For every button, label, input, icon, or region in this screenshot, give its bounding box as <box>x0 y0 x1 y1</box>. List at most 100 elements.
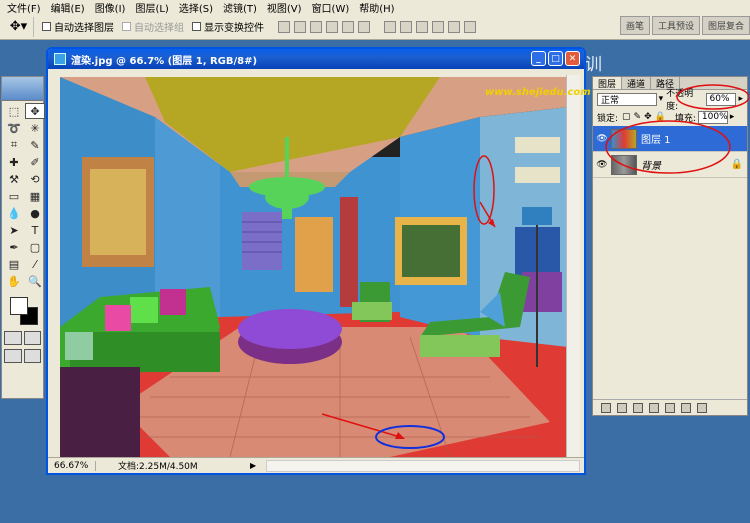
move-tool-icon[interactable]: ✥ <box>25 103 45 119</box>
marquee-tool-icon[interactable]: ⬚ <box>4 103 24 119</box>
blend-mode-select[interactable]: 正常 <box>597 92 657 106</box>
blend-mode-value: 正常 <box>601 95 620 106</box>
hand-tool-icon[interactable]: ✋ <box>4 273 24 289</box>
opacity-slider-arrow-icon[interactable]: ▸ <box>738 94 743 104</box>
show-transform-checkbox[interactable]: 显示变换控件 <box>192 19 264 34</box>
quick-mask-mode-icon[interactable] <box>23 331 41 345</box>
align-left-icon[interactable] <box>326 20 338 33</box>
add-mask-icon[interactable] <box>633 402 643 413</box>
notes-tool-icon[interactable]: ▤ <box>4 256 24 272</box>
slice-tool-icon[interactable]: ✎ <box>25 137 45 153</box>
eyedropper-tool-icon[interactable]: ⁄ <box>25 256 45 272</box>
opacity-value: 60% <box>709 94 730 104</box>
adjustment-layer-icon[interactable] <box>649 402 659 413</box>
opacity-input[interactable]: 60% <box>705 92 737 106</box>
auto-select-group-checkbox[interactable]: 自动选择组 <box>122 19 184 34</box>
clone-stamp-tool-icon[interactable]: ⚒ <box>4 171 24 187</box>
fill-slider-arrow-icon[interactable]: ▸ <box>730 112 735 122</box>
screen-mode-full-icon[interactable] <box>23 349 41 363</box>
feather-logo-icon <box>2 77 43 101</box>
align-bottom-icon[interactable] <box>310 20 322 33</box>
lock-icons[interactable]: ▢✎✥🔒 <box>622 112 669 122</box>
link-layers-icon[interactable] <box>601 402 611 413</box>
tab-brushes[interactable]: 画笔 <box>619 16 650 35</box>
foreground-color-swatch[interactable] <box>10 297 28 315</box>
fill-value: 100% <box>701 112 728 122</box>
mask-modes <box>2 329 43 347</box>
menu-layer[interactable]: 图层(L) <box>130 0 173 15</box>
layer-thumbnail <box>611 154 637 175</box>
image-canvas[interactable] <box>60 77 568 457</box>
move-tool-preset-icon[interactable]: ✥▾ <box>4 16 34 37</box>
distribute-left-icon[interactable] <box>432 20 444 33</box>
status-menu-arrow-icon[interactable]: ▶ <box>250 461 256 470</box>
screen-mode-standard-icon[interactable] <box>4 349 22 363</box>
document-icon <box>54 53 66 65</box>
blur-tool-icon[interactable]: 💧 <box>4 205 24 221</box>
eraser-tool-icon[interactable]: ▭ <box>4 188 24 204</box>
auto-select-layer-label: 自动选择图层 <box>54 23 114 34</box>
zoom-tool-icon[interactable]: 🔍 <box>25 273 45 289</box>
new-group-icon[interactable] <box>665 402 675 413</box>
distribute-buttons <box>384 20 476 33</box>
distribute-hcenter-icon[interactable] <box>448 20 460 33</box>
gradient-tool-icon[interactable]: ▦ <box>25 188 45 204</box>
align-top-icon[interactable] <box>278 20 290 33</box>
delete-layer-icon[interactable] <box>697 402 707 413</box>
menu-image[interactable]: 图像(I) <box>90 0 131 15</box>
standard-mode-icon[interactable] <box>4 331 22 345</box>
type-tool-icon[interactable]: T <box>25 222 45 238</box>
blend-mode-dropdown-icon[interactable]: ▾ <box>659 94 664 104</box>
visibility-eye-icon[interactable]: 👁 <box>593 134 611 144</box>
document-vertical-scrollbar[interactable] <box>566 75 580 459</box>
blend-opacity-row: 正常 ▾ 不透明度: 60% ▸ <box>593 89 747 112</box>
distribute-right-icon[interactable] <box>464 20 476 33</box>
visibility-eye-icon[interactable]: 👁 <box>593 160 611 170</box>
layer-style-icon[interactable] <box>617 402 627 413</box>
maximize-button[interactable]: □ <box>548 51 563 66</box>
lock-icon: 🔒 <box>730 159 743 170</box>
magic-wand-tool-icon[interactable]: ✳ <box>25 120 45 136</box>
document-statusbar: 66.67% 文档:2.25M/4.50M ▶ <box>48 457 584 473</box>
layer-row-background[interactable]: 👁 背景 🔒 <box>593 152 747 178</box>
tab-tool-presets[interactable]: 工具预设 <box>651 16 700 35</box>
document-titlebar[interactable]: 渲染.jpg @ 66.7% (图层 1, RGB/8#) _ □ ✕ <box>48 49 584 69</box>
crop-tool-icon[interactable]: ⌗ <box>4 137 24 153</box>
tab-layers[interactable]: 图层 <box>593 77 623 90</box>
tab-layer-comps[interactable]: 图层复合 <box>701 16 750 35</box>
close-button[interactable]: ✕ <box>565 51 580 66</box>
fill-input[interactable]: 100% <box>697 110 728 124</box>
auto-select-layer-checkbox[interactable]: 自动选择图层 <box>42 19 114 34</box>
new-layer-icon[interactable] <box>681 402 691 413</box>
distribute-vcenter-icon[interactable] <box>400 20 412 33</box>
align-vcenter-icon[interactable] <box>294 20 306 33</box>
menu-help[interactable]: 帮助(H) <box>354 0 399 15</box>
lasso-tool-icon[interactable]: ➰ <box>4 120 24 136</box>
dodge-tool-icon[interactable]: ● <box>25 205 45 221</box>
menu-view[interactable]: 视图(V) <box>262 0 307 15</box>
menu-file[interactable]: 文件(F) <box>2 0 46 15</box>
pen-tool-icon[interactable]: ✒ <box>4 239 24 255</box>
healing-brush-tool-icon[interactable]: ✚ <box>4 154 24 170</box>
document-horizontal-scrollbar[interactable] <box>266 459 580 472</box>
layer-row-1[interactable]: 👁 图层 1 <box>593 126 747 152</box>
path-selection-tool-icon[interactable]: ➤ <box>4 222 24 238</box>
distribute-bottom-icon[interactable] <box>416 20 428 33</box>
align-hcenter-icon[interactable] <box>342 20 354 33</box>
brush-tool-icon[interactable]: ✐ <box>25 154 45 170</box>
menu-edit[interactable]: 编辑(E) <box>46 0 90 15</box>
auto-select-group-label: 自动选择组 <box>134 23 184 34</box>
tab-channels[interactable]: 通道 <box>622 77 652 90</box>
layer-thumbnail <box>611 128 637 149</box>
menu-select[interactable]: 选择(S) <box>174 0 218 15</box>
menu-filter[interactable]: 滤镜(T) <box>218 0 262 15</box>
shape-tool-icon[interactable]: ▢ <box>25 239 45 255</box>
menu-window[interactable]: 窗口(W) <box>307 0 355 15</box>
layers-panel: 图层 通道 路径 正常 ▾ 不透明度: 60% ▸ 锁定: ▢✎✥🔒 填充: 1… <box>592 76 749 416</box>
zoom-level[interactable]: 66.67% <box>48 460 96 471</box>
screen-modes <box>2 347 43 365</box>
distribute-top-icon[interactable] <box>384 20 396 33</box>
minimize-button[interactable]: _ <box>531 51 546 66</box>
history-brush-tool-icon[interactable]: ⟲ <box>25 171 45 187</box>
align-right-icon[interactable] <box>358 20 370 33</box>
